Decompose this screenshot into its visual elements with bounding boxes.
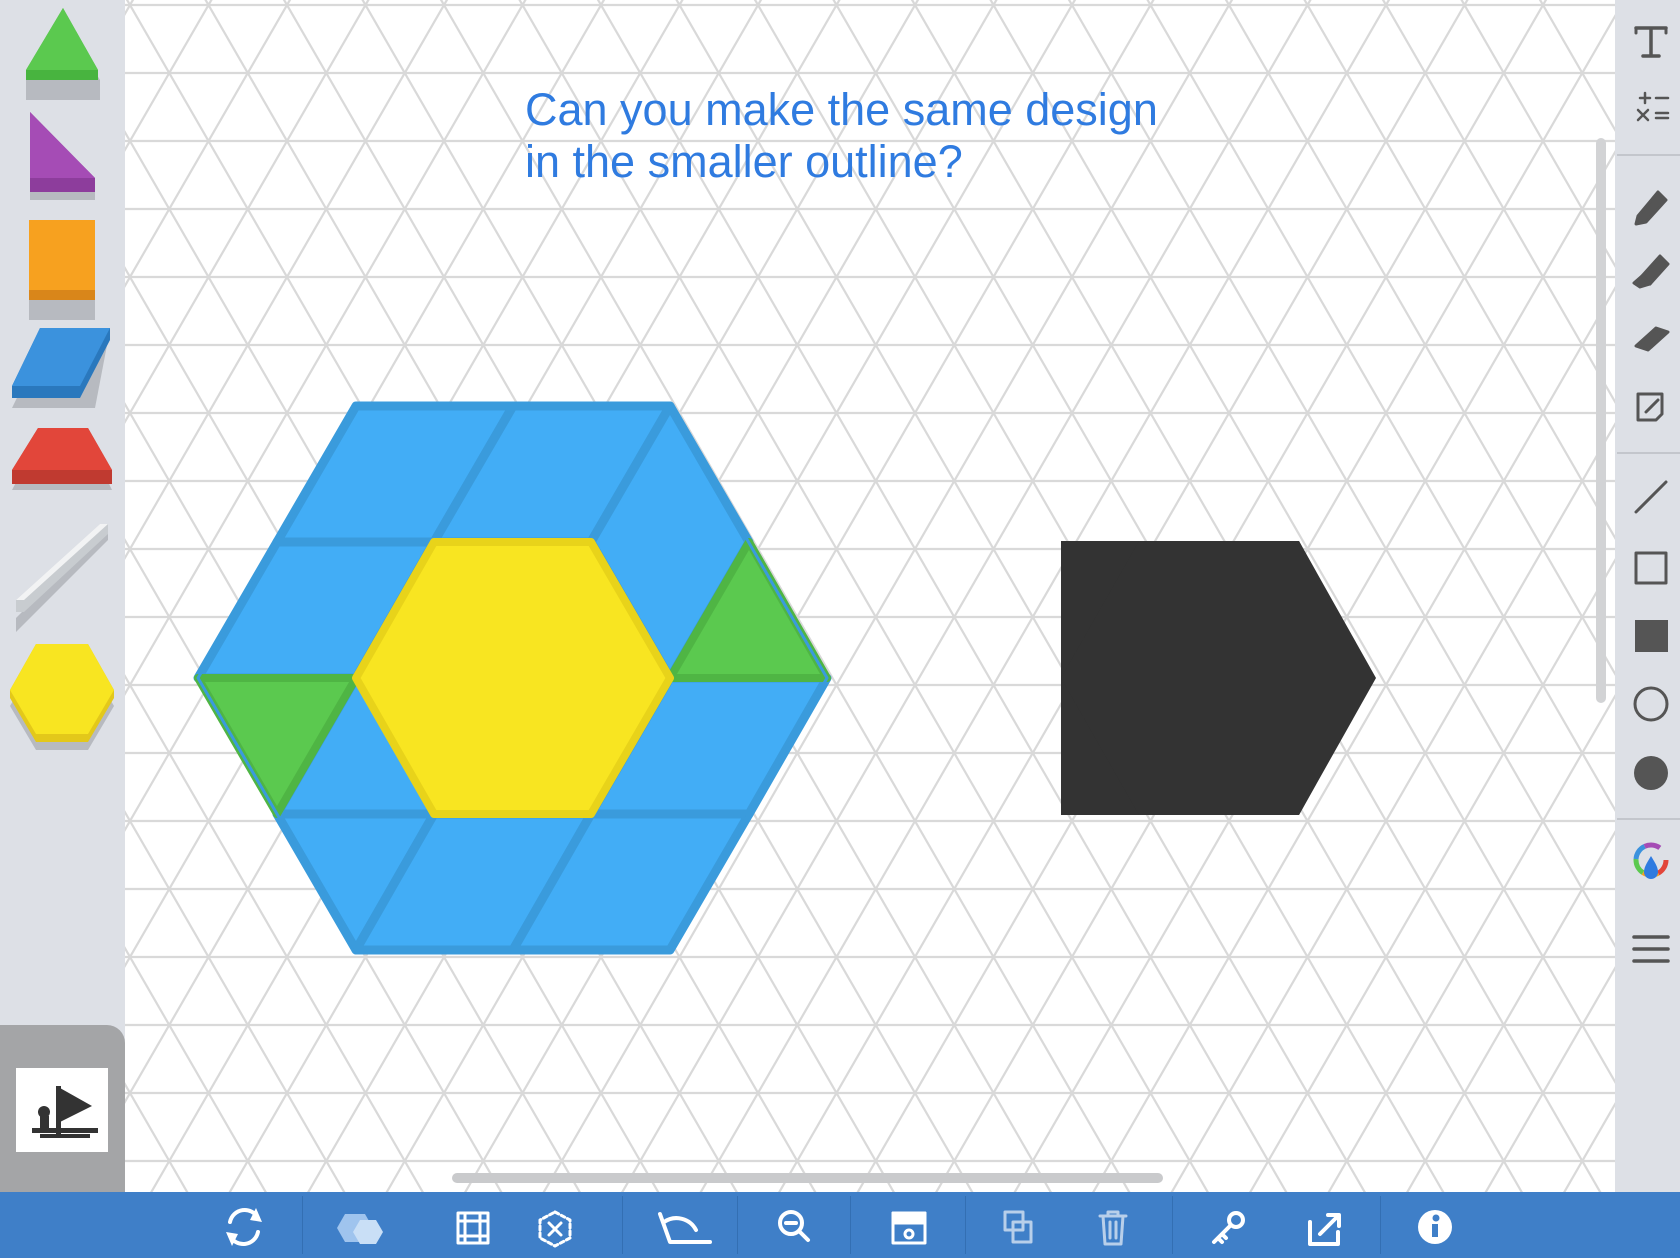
toolbar-divider <box>1617 452 1680 454</box>
instruction-text: Can you make the same design in the smal… <box>525 84 1158 188</box>
orange-square-piece[interactable] <box>29 220 95 320</box>
drawing-toolbar <box>1615 0 1680 1192</box>
yellow-hexagon-piece[interactable] <box>10 644 114 750</box>
toolbar-divider <box>965 1196 966 1254</box>
stamp-button[interactable] <box>16 1068 108 1152</box>
red-trapezoid-piece[interactable] <box>12 428 112 490</box>
vertical-scrollbar[interactable] <box>1596 138 1606 703</box>
toolbar-divider <box>850 1196 851 1254</box>
instruction-line-1: Can you make the same design <box>525 84 1158 135</box>
toolbar-divider <box>1617 154 1680 156</box>
green-triangle-piece[interactable] <box>26 8 100 100</box>
toolbar-divider <box>1380 1196 1381 1254</box>
horizontal-scrollbar[interactable] <box>452 1173 1163 1183</box>
toolbar-divider <box>622 1196 623 1254</box>
toolbar-divider <box>737 1196 738 1254</box>
purple-right-triangle-piece[interactable] <box>30 112 95 200</box>
white-thin-rhombus-piece[interactable] <box>16 524 108 632</box>
instruction-line-2: in the smaller outline? <box>525 136 963 187</box>
blue-rhombus-piece[interactable] <box>12 328 110 408</box>
toolbar-divider <box>1172 1196 1173 1254</box>
toolbar-divider <box>1617 818 1680 820</box>
stamp-flag-icon <box>32 1086 98 1138</box>
toolbar-divider <box>302 1196 303 1254</box>
shape-palette <box>0 0 125 1192</box>
bottom-toolbar <box>0 1192 1680 1258</box>
